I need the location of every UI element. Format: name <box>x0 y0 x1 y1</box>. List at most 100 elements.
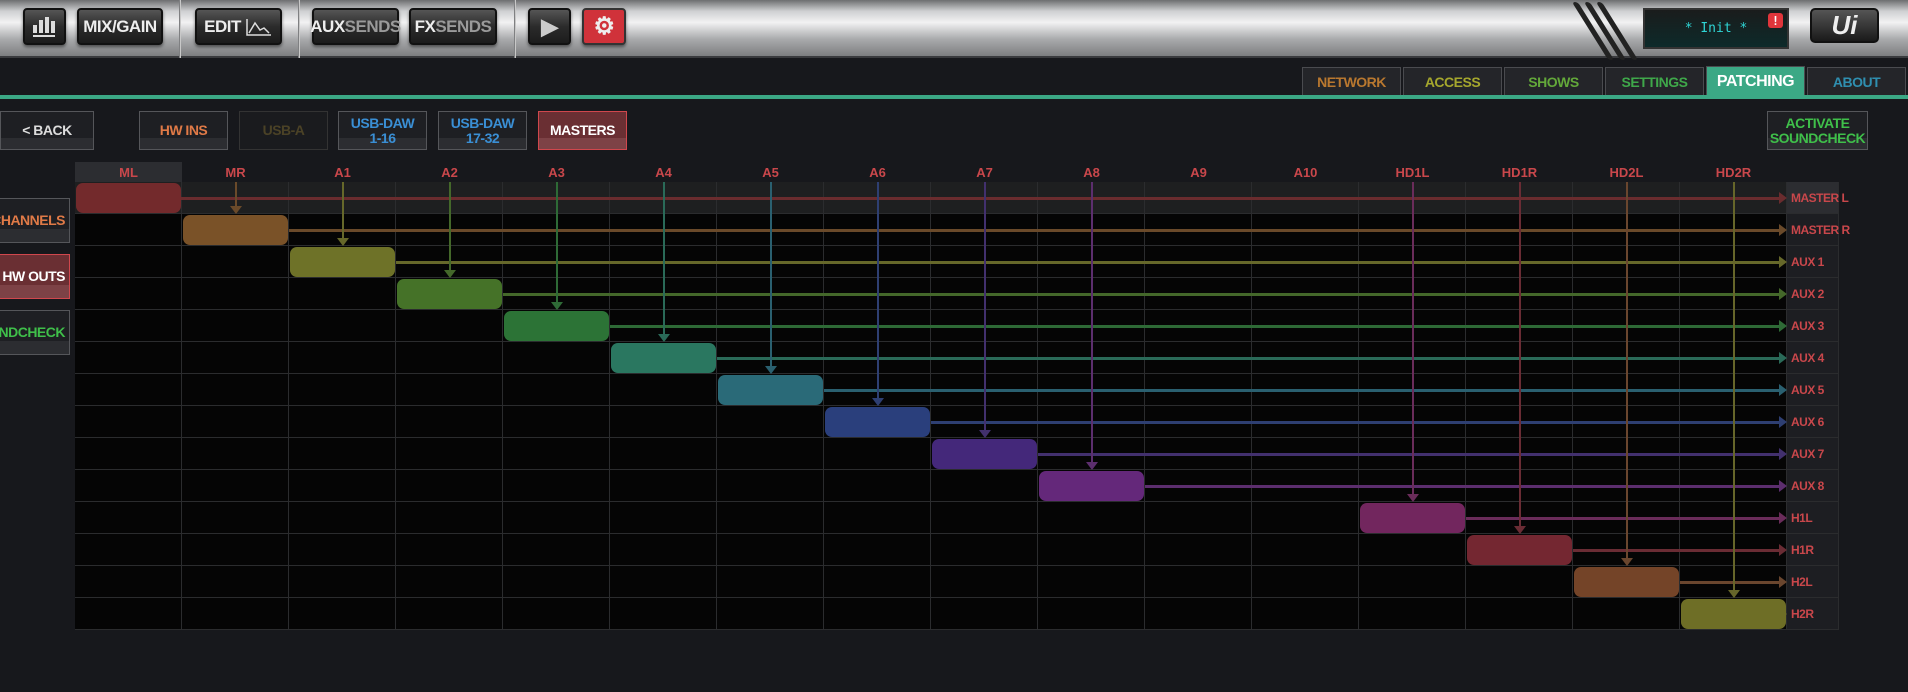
patch-cell[interactable] <box>75 342 182 374</box>
patch-cell[interactable] <box>824 566 931 598</box>
patch-cell[interactable] <box>396 598 503 630</box>
patch-block[interactable] <box>1574 567 1679 597</box>
patch-cell[interactable] <box>824 470 931 502</box>
patch-cell[interactable] <box>289 406 396 438</box>
patch-cell[interactable] <box>289 566 396 598</box>
patch-cell[interactable] <box>1359 534 1466 566</box>
source-usb-a[interactable]: USB-A <box>239 111 328 150</box>
patch-block[interactable] <box>1039 471 1144 501</box>
patch-cell[interactable] <box>931 502 1038 534</box>
patch-block[interactable] <box>1360 503 1465 533</box>
patch-cell[interactable] <box>289 502 396 534</box>
patch-cell[interactable] <box>824 534 931 566</box>
patch-cell[interactable] <box>75 502 182 534</box>
patch-cell[interactable] <box>717 470 824 502</box>
patch-cell[interactable] <box>75 278 182 310</box>
patch-cell[interactable] <box>503 534 610 566</box>
patch-cell[interactable] <box>824 502 931 534</box>
ui-logo-button[interactable]: Ui <box>1810 8 1879 43</box>
patch-cell[interactable] <box>289 534 396 566</box>
activate-soundcheck-button[interactable]: ACTIVATE SOUNDCHECK <box>1767 111 1868 150</box>
patch-cell[interactable] <box>931 566 1038 598</box>
patch-cell[interactable] <box>182 438 289 470</box>
patch-cell[interactable] <box>717 438 824 470</box>
tab-patching[interactable]: PATCHING <box>1706 66 1805 96</box>
patch-cell[interactable] <box>75 470 182 502</box>
settings-button[interactable]: ⚙ <box>582 8 626 45</box>
patch-cell[interactable] <box>396 534 503 566</box>
patch-cell[interactable] <box>1038 566 1145 598</box>
patch-cell[interactable] <box>1466 566 1573 598</box>
patch-cell[interactable] <box>396 566 503 598</box>
patch-cell[interactable] <box>1252 598 1359 630</box>
play-button[interactable]: ▶ <box>528 8 571 45</box>
patch-cell[interactable] <box>182 374 289 406</box>
patch-cell[interactable] <box>824 598 931 630</box>
patch-cell[interactable] <box>1359 598 1466 630</box>
patch-cell[interactable] <box>717 502 824 534</box>
patch-cell[interactable] <box>182 310 289 342</box>
aux-sends-button[interactable]: AUX SENDS <box>310 8 401 45</box>
side-channels[interactable]: CHANNELS <box>0 198 70 243</box>
patch-block[interactable] <box>825 407 930 437</box>
patch-cell[interactable] <box>396 502 503 534</box>
patch-cell[interactable] <box>182 406 289 438</box>
patch-cell[interactable] <box>75 310 182 342</box>
patch-cell[interactable] <box>182 502 289 534</box>
patch-cell[interactable] <box>75 438 182 470</box>
patch-cell[interactable] <box>503 438 610 470</box>
source-masters[interactable]: MASTERS <box>538 111 627 150</box>
patch-cell[interactable] <box>503 342 610 374</box>
side-hw-outs[interactable]: HW OUTS <box>0 254 70 299</box>
meters-button[interactable] <box>23 8 66 45</box>
patch-cell[interactable] <box>289 374 396 406</box>
patch-cell[interactable] <box>717 566 824 598</box>
patch-block[interactable] <box>397 279 502 309</box>
tab-about[interactable]: ABOUT <box>1807 67 1906 95</box>
patch-cell[interactable] <box>396 310 503 342</box>
patch-cell[interactable] <box>1145 534 1252 566</box>
patch-block[interactable] <box>718 375 823 405</box>
patch-cell[interactable] <box>182 278 289 310</box>
patch-cell[interactable] <box>503 598 610 630</box>
fx-sends-button[interactable]: FX SENDS <box>409 8 497 45</box>
patch-cell[interactable] <box>1038 502 1145 534</box>
patch-cell[interactable] <box>182 566 289 598</box>
patch-block[interactable] <box>290 247 395 277</box>
patch-cell[interactable] <box>610 598 717 630</box>
tab-settings[interactable]: SETTINGS <box>1605 67 1704 95</box>
patch-cell[interactable] <box>1038 598 1145 630</box>
patch-cell[interactable] <box>289 438 396 470</box>
patch-cell[interactable] <box>289 342 396 374</box>
patch-cell[interactable] <box>1252 534 1359 566</box>
patch-cell[interactable] <box>1038 534 1145 566</box>
patch-block[interactable] <box>1681 599 1786 629</box>
patch-cell[interactable] <box>182 342 289 374</box>
patch-block[interactable] <box>932 439 1037 469</box>
patch-cell[interactable] <box>503 470 610 502</box>
patch-cell[interactable] <box>610 470 717 502</box>
patch-cell[interactable] <box>182 470 289 502</box>
patch-cell[interactable] <box>610 534 717 566</box>
patch-cell[interactable] <box>75 406 182 438</box>
patch-cell[interactable] <box>289 470 396 502</box>
patch-cell[interactable] <box>1359 566 1466 598</box>
patch-cell[interactable] <box>824 438 931 470</box>
source-hw-ins[interactable]: HW INS <box>139 111 228 150</box>
patch-cell[interactable] <box>182 598 289 630</box>
patch-cell[interactable] <box>610 566 717 598</box>
patch-cell[interactable] <box>289 598 396 630</box>
patch-cell[interactable] <box>1145 598 1252 630</box>
patch-cell[interactable] <box>931 470 1038 502</box>
patch-cell[interactable] <box>182 246 289 278</box>
patch-cell[interactable] <box>717 534 824 566</box>
patch-cell[interactable] <box>931 598 1038 630</box>
edit-button[interactable]: EDIT <box>195 8 282 45</box>
patch-cell[interactable] <box>1145 566 1252 598</box>
side-soundcheck[interactable]: SOUNDCHECK <box>0 310 70 355</box>
patch-cell[interactable] <box>1573 598 1680 630</box>
patch-cell[interactable] <box>396 438 503 470</box>
patch-block[interactable] <box>611 343 716 373</box>
patch-block[interactable] <box>504 311 609 341</box>
source-usb-daw-17-32[interactable]: USB-DAW 17-32 <box>438 111 527 150</box>
